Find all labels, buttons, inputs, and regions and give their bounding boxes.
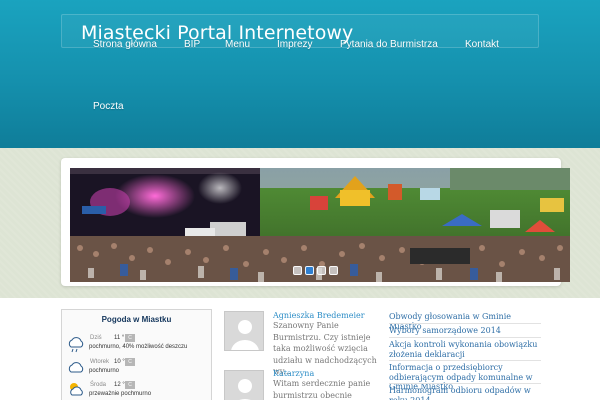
avatar (224, 311, 264, 351)
nav-item-pytania[interactable]: Pytania do Burmistrza (340, 39, 438, 50)
divider (389, 360, 541, 361)
news-link-3[interactable]: Akcja kontroli wykonania obowiązku złoże… (389, 340, 541, 359)
weather-day-3: Środa (90, 382, 107, 388)
user-silhouette-icon (231, 320, 259, 350)
comment-author-2[interactable]: Katarzyna (273, 369, 314, 378)
weather-unit-badge-2: C (125, 358, 135, 366)
weather-temp-2: 10 ° (114, 359, 125, 365)
slider-dot-4[interactable] (329, 266, 338, 275)
divider (389, 337, 541, 338)
nav-item-bip[interactable]: BIP (184, 39, 200, 50)
weather-desc-3: przeważnie pochmurno (89, 391, 152, 397)
comment-text-2: Witam serdecznie panie burmistrzu obecni… (273, 379, 371, 400)
comment-author-1[interactable]: Agnieszka Bredemeier (273, 311, 365, 320)
sun-cloud-icon (70, 383, 83, 396)
cloud-icon (68, 362, 84, 373)
slider-dot-3[interactable] (317, 266, 326, 275)
weather-title: Pogoda w Miastku (101, 315, 172, 324)
nav-item-imprezy[interactable]: Imprezy (277, 39, 313, 50)
weather-temp-1: 11 ° (114, 335, 125, 341)
user-silhouette-icon (238, 379, 252, 400)
nav-item-kontakt[interactable]: Kontakt (465, 39, 499, 50)
news-link-2[interactable]: Wybory samorządowe 2014 (389, 326, 541, 336)
divider (389, 323, 541, 324)
weather-desc-1: pochmurno, 40% możliwość deszczu (89, 344, 188, 350)
weather-day-1: Dziś (90, 335, 102, 341)
news-link-5[interactable]: Harmonogram odbioru odpadów w roku 2014 (389, 386, 541, 400)
nav-item-menu[interactable]: Menu (225, 39, 250, 50)
avatar (224, 370, 264, 400)
slider-dot-2[interactable] (305, 266, 314, 275)
nav-item-poczta[interactable]: Poczta (93, 101, 124, 112)
concert-photo (70, 168, 570, 282)
nav-item-strona-glowna[interactable]: Strona główna (93, 39, 157, 50)
weather-unit-badge-3: C (125, 381, 135, 389)
weather-day-2: Wtorek (90, 359, 110, 365)
rain-cloud-icon (68, 337, 84, 353)
slider-dot-1[interactable] (293, 266, 302, 275)
weather-temp-3: 12 ° (114, 382, 125, 388)
slider-image[interactable] (70, 168, 570, 282)
divider (389, 383, 541, 384)
weather-desc-2: pochmurno (89, 368, 120, 374)
weather-unit-badge-1: C (125, 334, 135, 342)
